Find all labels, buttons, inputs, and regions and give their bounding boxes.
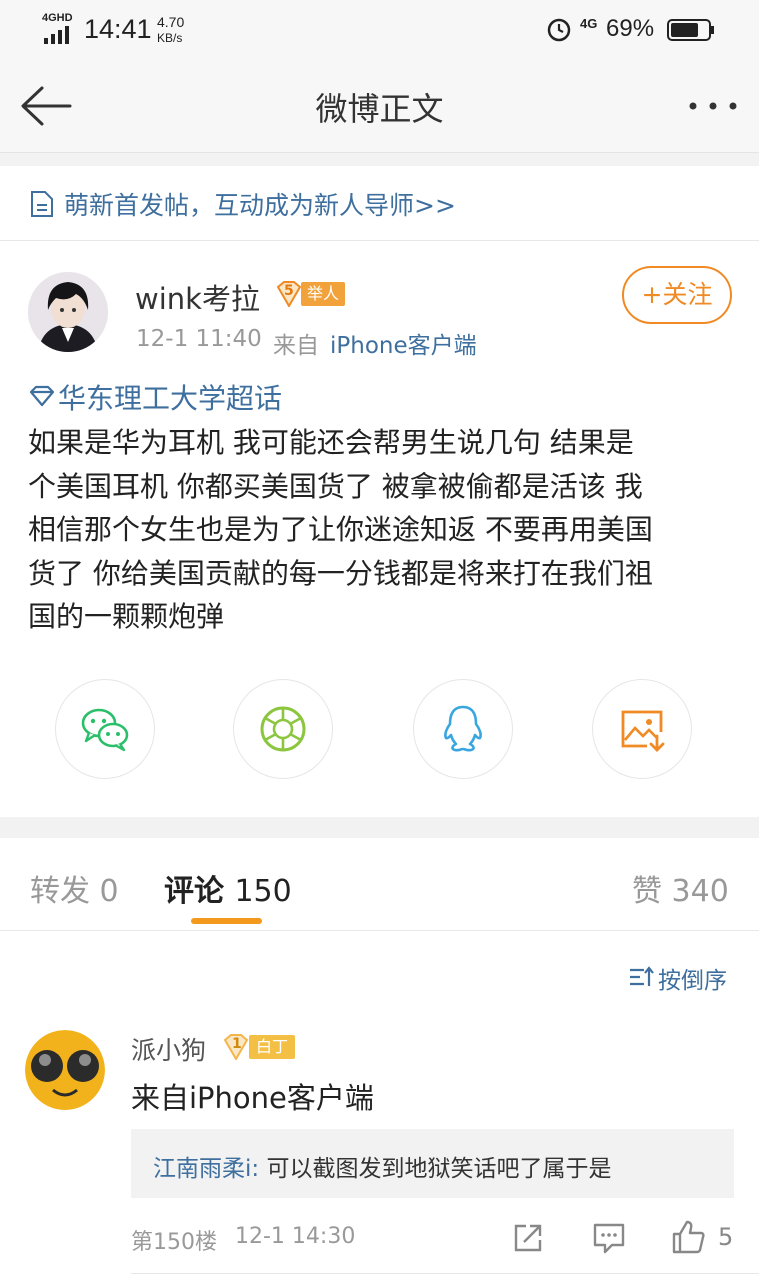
clock: 14:41 xyxy=(84,14,152,44)
sort-label[interactable]: 按倒序 xyxy=(658,961,727,995)
tab-comment-count: 150 xyxy=(234,874,292,909)
share-wechat-button[interactable] xyxy=(55,679,155,779)
notice-text[interactable]: 萌新首发帖，互动成为新人导师>> xyxy=(64,186,456,222)
commenter-level-title: 白丁 xyxy=(249,1035,295,1059)
alarm-icon xyxy=(546,16,572,42)
tab-like-count: 340 xyxy=(671,874,729,909)
level-number: 5 xyxy=(284,283,294,299)
wechat-icon xyxy=(81,708,129,752)
commenter-avatar[interactable] xyxy=(25,1030,105,1110)
level-badge: 5 举人 xyxy=(275,281,345,307)
post-line: 货了 你给美国贡献的每一分钱都是将来打在我们祖 xyxy=(28,556,653,590)
reply-separator: : xyxy=(251,1156,260,1182)
comment-like-button[interactable]: 5 xyxy=(670,1219,740,1255)
reply-line: 江南雨柔i: 可以截图发到地狱笑话吧了属于是 xyxy=(153,1149,611,1183)
share-qq-button[interactable] xyxy=(413,679,513,779)
level-title: 举人 xyxy=(301,282,345,306)
share-moments-button[interactable] xyxy=(233,679,333,779)
post-line: 国的一颗颗炮弹 xyxy=(28,600,225,633)
net-speed-value: 4.70 xyxy=(157,14,185,30)
comment-icon xyxy=(593,1223,625,1254)
tab-like[interactable]: 赞 340 xyxy=(632,866,729,910)
post-line: 相信那个女生也是为了让你迷途知返 不要再用美国 xyxy=(28,513,653,546)
post-body: 如果是华为耳机 我可能还会帮男生说几句 结果是 个美国耳机 你都买美国货了 被拿… xyxy=(28,421,738,639)
tab-like-label: 赞 xyxy=(632,874,662,909)
comment-reply-preview[interactable]: 江南雨柔i: 可以截图发到地狱笑话吧了属于是 xyxy=(131,1129,734,1198)
document-icon xyxy=(30,190,54,218)
nav-bar: 微博正文 xyxy=(0,60,759,153)
interaction-tabs: 转发 0 评论 150 赞 340 xyxy=(0,838,759,931)
battery-percent: 69% xyxy=(606,15,655,42)
supertopic-icon xyxy=(29,385,55,407)
signal-icon: 4GHD xyxy=(42,12,76,44)
share-icon xyxy=(514,1224,542,1252)
save-image-icon xyxy=(621,710,665,752)
newbie-notice[interactable]: 萌新首发帖，互动成为新人导师>> xyxy=(0,166,759,241)
post-source-prefix: 来自 xyxy=(273,333,319,359)
tab-comment-underline xyxy=(191,918,262,924)
post-time: 12-1 11:40 xyxy=(136,326,262,352)
thumbs-up-icon xyxy=(672,1220,705,1254)
comment-time: 12-1 14:30 xyxy=(235,1224,356,1249)
comment-list: 按倒序 派小狗 1 白丁 来自iPhone客户端 江南雨柔i: 可以截图发到地狱… xyxy=(0,931,759,1280)
page-title: 微博正文 xyxy=(315,90,444,128)
post-line: 如果是华为耳机 我可能还会帮男生说几句 结果是 xyxy=(28,426,634,459)
author-avatar[interactable] xyxy=(28,272,108,352)
tab-comment[interactable]: 评论 150 xyxy=(164,866,292,910)
comment-divider xyxy=(131,1273,759,1274)
comment-text: 来自iPhone客户端 xyxy=(131,1081,374,1115)
network-type: 4GHD xyxy=(42,12,73,24)
comment-reply-button[interactable] xyxy=(592,1222,626,1254)
commenter-name[interactable]: 派小狗 xyxy=(131,1031,206,1067)
commenter-level-number: 1 xyxy=(232,1036,242,1052)
tab-repost-label: 转发 xyxy=(30,874,90,909)
more-icon xyxy=(689,102,737,110)
reply-author[interactable]: 江南雨柔i xyxy=(153,1156,251,1182)
follow-button[interactable]: +关注 xyxy=(622,266,732,324)
tab-repost[interactable]: 转发 0 xyxy=(30,866,119,910)
net-type-right: 4G xyxy=(580,16,598,31)
comment-item: 派小狗 1 白丁 来自iPhone客户端 江南雨柔i: 可以截图发到地狱笑话吧了… xyxy=(0,1021,759,1280)
comment-floor: 第150楼 xyxy=(131,1230,217,1255)
status-bar: 4GHD 14:41 4.70 KB/s 4G 69% xyxy=(0,0,759,60)
tab-repost-count: 0 xyxy=(99,874,119,909)
comment-share-button[interactable] xyxy=(512,1222,544,1254)
post-line: 个美国耳机 你都买美国货了 被拿被偷都是活该 我 xyxy=(28,469,643,503)
qq-icon xyxy=(444,705,482,752)
save-image-button[interactable] xyxy=(592,679,692,779)
moments-icon xyxy=(260,706,306,752)
net-speed-unit: KB/s xyxy=(157,31,183,45)
post-card: wink考拉 5 举人 +关注 12-1 11:40 来自 iPhone客户端 … xyxy=(0,241,759,817)
reply-text: 可以截图发到地狱笑话吧了属于是 xyxy=(266,1156,612,1182)
sort-icon xyxy=(630,966,654,986)
like-count: 5 xyxy=(718,1223,734,1251)
post-source[interactable]: iPhone客户端 xyxy=(330,326,477,360)
author-name[interactable]: wink考拉 xyxy=(135,276,260,318)
topic-text[interactable]: 华东理工大学超话 xyxy=(58,377,282,417)
tab-comment-label: 评论 xyxy=(164,874,224,909)
commenter-level-badge: 1 白丁 xyxy=(222,1034,296,1060)
battery-icon xyxy=(667,19,715,41)
more-button[interactable] xyxy=(685,96,741,116)
follow-label: +关注 xyxy=(641,280,713,309)
